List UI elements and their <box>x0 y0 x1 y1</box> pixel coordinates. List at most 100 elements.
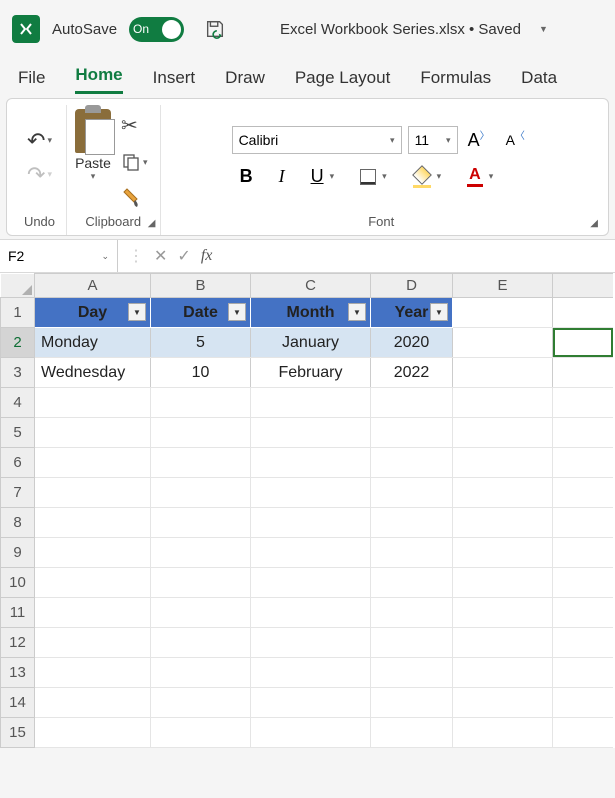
col-header-A[interactable]: A <box>35 274 151 298</box>
row-header-10[interactable]: 10 <box>1 568 35 598</box>
cell-D3[interactable]: 2022 <box>371 358 453 388</box>
cell-D6[interactable] <box>371 448 453 478</box>
cell-B1[interactable]: Date▼ <box>151 298 251 328</box>
cell-E6[interactable] <box>453 448 553 478</box>
cell-E10[interactable] <box>453 568 553 598</box>
cell-E9[interactable] <box>453 538 553 568</box>
cell-D10[interactable] <box>371 568 453 598</box>
cell-E13[interactable] <box>453 658 553 688</box>
cell-E14[interactable] <box>453 688 553 718</box>
name-box[interactable]: F2 ⌄ <box>0 240 118 272</box>
cell-F15[interactable] <box>553 718 613 748</box>
paste-button[interactable]: Paste ▾ <box>75 109 111 210</box>
redo-button[interactable]: ↷ ▾ <box>23 160 56 190</box>
cell-E2[interactable] <box>453 328 553 358</box>
cell-B8[interactable] <box>151 508 251 538</box>
cell-C8[interactable] <box>251 508 371 538</box>
cell-B9[interactable] <box>151 538 251 568</box>
formula-bar[interactable] <box>222 240 615 272</box>
cell-D12[interactable] <box>371 628 453 658</box>
row-header-6[interactable]: 6 <box>1 448 35 478</box>
cell-C11[interactable] <box>251 598 371 628</box>
filter-icon[interactable]: ▼ <box>228 303 246 321</box>
cell-C7[interactable] <box>251 478 371 508</box>
cut-button[interactable]: ✂ <box>117 111 152 140</box>
cell-E12[interactable] <box>453 628 553 658</box>
cancel-formula-icon[interactable]: ✕ <box>154 246 167 266</box>
cell-A12[interactable] <box>35 628 151 658</box>
cell-D5[interactable] <box>371 418 453 448</box>
cell-D7[interactable] <box>371 478 453 508</box>
cell-F12[interactable] <box>553 628 613 658</box>
font-launcher-icon[interactable]: ◢ <box>590 218 598 229</box>
cell-C3[interactable]: February <box>251 358 371 388</box>
cell-F1[interactable] <box>553 298 613 328</box>
title-dropdown-icon[interactable]: ▼ <box>539 24 548 34</box>
clipboard-launcher-icon[interactable]: ◢ <box>148 218 156 229</box>
cell-F14[interactable] <box>553 688 613 718</box>
cell-C1[interactable]: Month▼ <box>251 298 371 328</box>
cell-D9[interactable] <box>371 538 453 568</box>
cell-D8[interactable] <box>371 508 453 538</box>
tab-page-layout[interactable]: Page Layout <box>295 68 390 94</box>
copy-button[interactable]: ▾ <box>117 150 152 174</box>
format-painter-button[interactable] <box>117 184 152 210</box>
cell-D13[interactable] <box>371 658 453 688</box>
font-color-button[interactable]: A▾ <box>463 164 497 189</box>
cell-C15[interactable] <box>251 718 371 748</box>
cell-F8[interactable] <box>553 508 613 538</box>
cell-B15[interactable] <box>151 718 251 748</box>
tab-data[interactable]: Data <box>521 68 557 94</box>
row-header-14[interactable]: 14 <box>1 688 35 718</box>
row-header-13[interactable]: 13 <box>1 658 35 688</box>
row-header-5[interactable]: 5 <box>1 418 35 448</box>
cell-A2[interactable]: Monday <box>35 328 151 358</box>
cell-C6[interactable] <box>251 448 371 478</box>
borders-button[interactable]: ▾ <box>356 167 391 187</box>
row-header-3[interactable]: 3 <box>1 358 35 388</box>
cell-A1[interactable]: Day▼ <box>35 298 151 328</box>
app-icon[interactable] <box>12 15 40 43</box>
cell-A7[interactable] <box>35 478 151 508</box>
cell-E4[interactable] <box>453 388 553 418</box>
row-header-2[interactable]: 2 <box>1 328 35 358</box>
cell-F6[interactable] <box>553 448 613 478</box>
cell-D11[interactable] <box>371 598 453 628</box>
decrease-font-button[interactable]: A〈 <box>502 130 531 150</box>
fill-color-button[interactable]: ▾ <box>409 168 446 186</box>
cell-A13[interactable] <box>35 658 151 688</box>
cell-F10[interactable] <box>553 568 613 598</box>
tab-formulas[interactable]: Formulas <box>420 68 491 94</box>
row-header-8[interactable]: 8 <box>1 508 35 538</box>
bold-button[interactable]: B <box>236 164 257 189</box>
font-name-select[interactable]: Calibri▾ <box>232 126 402 154</box>
row-header-1[interactable]: 1 <box>1 298 35 328</box>
cell-B14[interactable] <box>151 688 251 718</box>
underline-button[interactable]: U▾ <box>307 164 339 189</box>
cell-B6[interactable] <box>151 448 251 478</box>
cell-B4[interactable] <box>151 388 251 418</box>
font-size-select[interactable]: 11▾ <box>408 126 458 154</box>
autosave-toggle[interactable]: On <box>129 17 184 42</box>
col-header-D[interactable]: D <box>371 274 453 298</box>
cell-C13[interactable] <box>251 658 371 688</box>
cell-E8[interactable] <box>453 508 553 538</box>
cell-C5[interactable] <box>251 418 371 448</box>
cell-A4[interactable] <box>35 388 151 418</box>
row-header-12[interactable]: 12 <box>1 628 35 658</box>
cell-F3[interactable] <box>553 358 613 388</box>
row-header-15[interactable]: 15 <box>1 718 35 748</box>
cell-A5[interactable] <box>35 418 151 448</box>
save-icon[interactable] <box>204 18 226 40</box>
tab-insert[interactable]: Insert <box>153 68 196 94</box>
cell-A11[interactable] <box>35 598 151 628</box>
cell-B3[interactable]: 10 <box>151 358 251 388</box>
filter-icon[interactable]: ▼ <box>430 303 448 321</box>
tab-draw[interactable]: Draw <box>225 68 265 94</box>
cell-C2[interactable]: January <box>251 328 371 358</box>
cell-F5[interactable] <box>553 418 613 448</box>
cell-F4[interactable] <box>553 388 613 418</box>
tab-home[interactable]: Home <box>75 65 122 94</box>
cell-A14[interactable] <box>35 688 151 718</box>
cell-F9[interactable] <box>553 538 613 568</box>
